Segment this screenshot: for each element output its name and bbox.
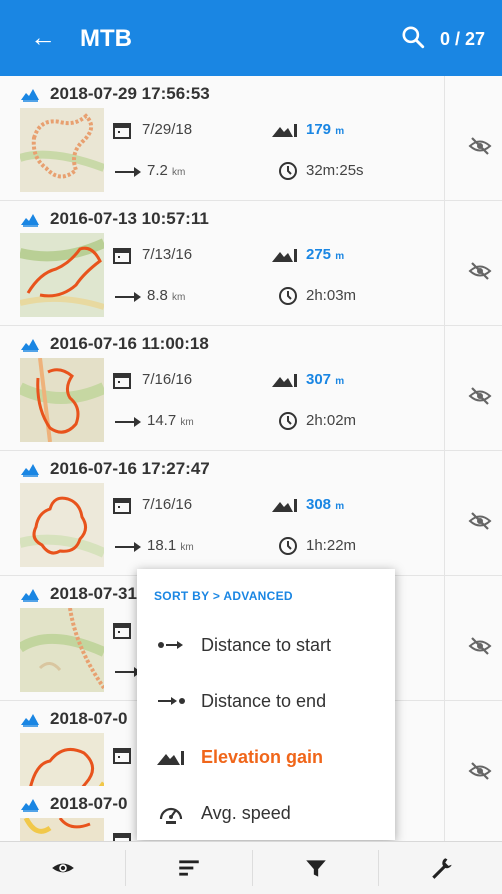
track-icon	[21, 589, 39, 602]
track-row[interactable]: 2016-07-13 10:57:11 7/13/16 8.8 km 275 m…	[0, 201, 502, 326]
calendar-icon	[113, 748, 131, 764]
row-divider	[444, 786, 445, 841]
sort-icon	[178, 860, 199, 876]
track-icon	[21, 714, 39, 727]
calendar-icon	[113, 833, 131, 841]
clock-icon	[279, 162, 297, 180]
elevation-gain-icon	[272, 249, 297, 262]
sort-menu: SORT BY > ADVANCED Distance to start Dis…	[137, 569, 395, 840]
track-distance: 7.2 km	[147, 162, 186, 179]
clock-icon	[279, 287, 297, 305]
back-arrow-icon[interactable]: ←	[30, 22, 56, 52]
track-duration: 1h:22m	[306, 537, 357, 554]
track-name: 2016-07-16 11:00:18	[50, 334, 209, 353]
track-duration: 2h:03m	[306, 287, 357, 304]
sort-avg-speed[interactable]: Avg. speed	[137, 785, 395, 841]
calendar-icon	[113, 623, 131, 639]
row-divider	[444, 76, 445, 200]
row-divider	[444, 201, 445, 325]
visibility-off-icon[interactable]	[468, 759, 492, 783]
track-map-thumbnail	[20, 483, 104, 567]
track-elevation: 307 m	[306, 371, 345, 388]
track-icon	[21, 339, 39, 352]
track-icon	[21, 799, 39, 812]
track-distance: 8.8 km	[147, 287, 186, 304]
track-name: 2016-07-16 17:27:47	[50, 459, 210, 478]
track-name: 2018-07-29 17:56:53	[50, 84, 210, 103]
track-map-thumbnail	[20, 608, 104, 692]
distance-arrow-icon	[115, 542, 141, 552]
track-date: 7/29/18	[142, 121, 193, 138]
sort-menu-title: SORT BY > ADVANCED	[154, 589, 293, 603]
elevation-gain-icon	[272, 374, 297, 387]
visibility-icon	[51, 863, 74, 873]
track-row[interactable]: 2018-07-29 17:56:53 7/29/18 7.2 km 179 m…	[0, 76, 502, 201]
filter-icon	[305, 860, 326, 877]
sort-option-label: Distance to end	[201, 691, 327, 711]
tools-button[interactable]	[379, 842, 502, 894]
track-elevation: 179 m	[306, 121, 345, 138]
track-date: 7/16/16	[142, 371, 193, 388]
bottom-toolbar	[0, 841, 502, 894]
track-icon	[21, 464, 39, 477]
track-name: 2018-07-0	[50, 794, 128, 813]
distance-to-end-icon	[158, 697, 185, 705]
track-row[interactable]: 2016-07-16 17:27:47 7/16/16 18.1 km 308 …	[0, 451, 502, 576]
sort-option-label: Elevation gain	[201, 747, 324, 767]
visibility-button[interactable]	[0, 842, 125, 894]
distance-arrow-icon	[115, 292, 141, 302]
track-map-thumbnail	[20, 358, 104, 442]
row-divider	[444, 326, 445, 450]
sort-button[interactable]	[126, 842, 251, 894]
visibility-off-icon[interactable]	[468, 259, 492, 283]
calendar-icon	[113, 123, 131, 139]
visibility-off-icon[interactable]	[468, 634, 492, 658]
track-duration: 2h:02m	[306, 412, 357, 429]
calendar-icon	[113, 498, 131, 514]
sort-distance-to-start[interactable]: Distance to start	[137, 617, 395, 673]
track-name: 2016-07-13 10:57:11	[50, 209, 209, 228]
visibility-off-icon[interactable]	[468, 134, 492, 158]
track-name: 2018-07-0	[50, 709, 128, 728]
track-elevation: 275 m	[306, 246, 345, 263]
row-divider	[444, 576, 445, 700]
elevation-gain-icon	[157, 751, 184, 765]
track-map-thumbnail	[20, 818, 104, 841]
calendar-icon	[113, 373, 131, 389]
avg-speed-icon	[159, 807, 183, 824]
distance-to-start-icon	[158, 641, 183, 649]
track-count: 0 / 27	[440, 29, 486, 49]
wrench-icon	[431, 858, 452, 879]
clock-icon	[279, 412, 297, 430]
track-icon	[21, 214, 39, 227]
track-date: 7/16/16	[142, 496, 193, 513]
track-distance: 18.1 km	[147, 537, 194, 554]
sort-option-label: Distance to start	[201, 635, 332, 655]
track-elevation: 308 m	[306, 496, 345, 513]
filter-button[interactable]	[253, 842, 378, 894]
app-bar: ← MTB 0 / 27	[0, 0, 502, 76]
track-map-thumbnail	[20, 233, 104, 317]
sort-option-label: Avg. speed	[201, 803, 291, 823]
distance-arrow-icon	[115, 167, 141, 177]
track-duration: 32m:25s	[306, 162, 364, 179]
page-title: MTB	[80, 25, 132, 52]
track-map-thumbnail	[20, 108, 104, 192]
track-icon	[21, 89, 39, 102]
elevation-gain-icon	[272, 499, 297, 512]
row-divider	[444, 451, 445, 575]
track-row[interactable]: 2016-07-16 11:00:18 7/16/16 14.7 km 307 …	[0, 326, 502, 451]
sort-distance-to-end[interactable]: Distance to end	[137, 673, 395, 729]
visibility-off-icon[interactable]	[468, 384, 492, 408]
clock-icon	[279, 537, 297, 555]
distance-arrow-icon	[115, 417, 141, 427]
track-distance: 14.7 km	[147, 412, 194, 429]
elevation-gain-icon	[272, 124, 297, 137]
sort-elevation-gain[interactable]: Elevation gain	[137, 729, 395, 785]
search-icon[interactable]	[400, 24, 426, 50]
visibility-off-icon[interactable]	[468, 509, 492, 533]
track-date: 7/13/16	[142, 246, 193, 263]
calendar-icon	[113, 248, 131, 264]
